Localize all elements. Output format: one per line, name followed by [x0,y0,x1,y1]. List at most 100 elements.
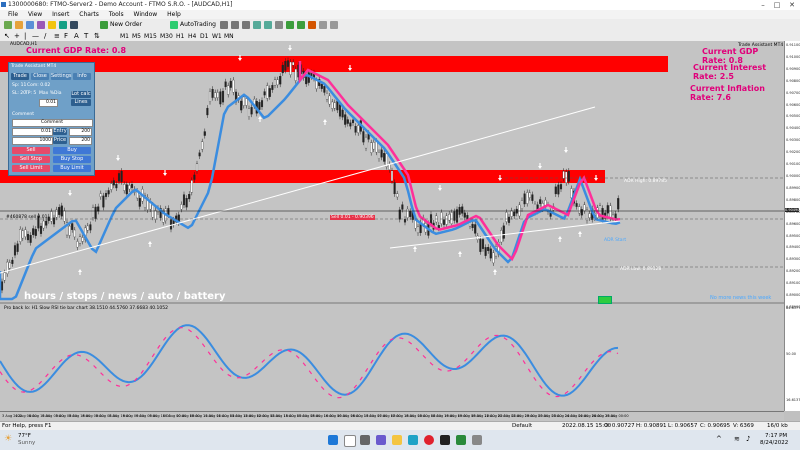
tab-info[interactable]: Info [73,73,91,80]
mt4-icon[interactable] [456,435,466,445]
candle-body [445,215,448,225]
wifi-icon[interactable]: ≋ [734,435,740,443]
menu-window[interactable]: Window [134,10,158,19]
period-m5[interactable]: M5 [132,33,141,40]
menu-view[interactable]: View [28,10,42,19]
candle-body [292,61,295,66]
vertical-line-icon[interactable]: | [24,32,26,40]
label-icon[interactable]: T [84,32,88,40]
tradingview-icon[interactable] [440,435,450,445]
sl-field[interactable]: 0.01 [12,128,53,136]
settings-icon[interactable] [472,435,482,445]
tab-trade[interactable]: Trade [11,73,29,80]
entry-button[interactable]: Entry [53,128,67,135]
shift-icon[interactable] [297,21,305,29]
search-icon[interactable] [344,435,356,447]
lot-calc-button[interactable]: Lot calc [71,91,91,98]
maximize-button[interactable]: □ [770,0,784,10]
buy-limit-button[interactable]: Buy Limit [53,165,91,172]
menu-tools[interactable]: Tools [109,10,124,19]
tab-close[interactable]: Close [31,73,49,80]
chart-area[interactable]: AUDCAD,H1 Current GDP Rate: 0.8 Current … [0,41,784,411]
period-h4[interactable]: H4 [188,33,196,40]
sell-stop-button[interactable]: Sell Stop [12,156,50,163]
period-d1[interactable]: D1 [200,33,208,40]
task-view-icon[interactable] [360,435,370,445]
zoom-in-icon[interactable] [253,21,261,29]
horizontal-line-icon[interactable]: — [32,32,39,40]
period-m15[interactable]: M15 [144,33,157,40]
lines-button[interactable]: Lines [71,99,91,106]
crosshair-icon[interactable]: + [14,32,20,40]
templates-icon[interactable] [330,21,338,29]
menu-charts[interactable]: Charts [79,10,99,19]
sell-limit-button[interactable]: Sell Limit [12,165,50,172]
explorer-icon[interactable] [392,435,402,445]
entry-field[interactable]: 200 [69,128,92,136]
auto-trading-button[interactable]: AutoTrading [180,21,216,28]
trendline-icon[interactable]: / [44,32,46,40]
menu-insert[interactable]: Insert [52,10,69,19]
tray-chevron-icon[interactable]: ^ [716,435,722,443]
close-button[interactable]: ✕ [785,0,799,10]
market-watch-icon[interactable] [26,21,34,29]
tile-icon[interactable] [275,21,283,29]
fibonacci-icon[interactable]: F [64,32,68,40]
terminal-icon[interactable] [59,21,67,29]
candle-body [11,259,14,264]
tp-field[interactable]: 200 [69,137,92,145]
period-h1[interactable]: H1 [176,33,184,40]
edge-icon[interactable] [408,435,418,445]
candle-body [203,131,206,136]
candle-body [29,234,32,243]
profiles-icon[interactable] [15,21,23,29]
period-m30[interactable]: M30 [160,33,173,40]
chat-icon[interactable] [376,435,386,445]
interest-rate: Current Interest Rate: 2.5 [693,63,767,81]
arrows-icon[interactable]: ⇅ [94,32,100,40]
buy-button[interactable]: Buy [53,147,91,154]
new-order-button[interactable]: New Order [110,21,142,28]
menu-file[interactable]: File [8,10,18,19]
autoscroll-icon[interactable] [286,21,294,29]
comment-field[interactable]: Comment [12,119,93,127]
clock-date[interactable]: 8/24/2022 [760,440,788,446]
data-window-icon[interactable] [37,21,45,29]
candle-chart-icon[interactable] [231,21,239,29]
menu-help[interactable]: Help [167,10,181,19]
opera-icon[interactable] [424,435,434,445]
start-icon[interactable] [328,435,338,445]
buy-stop-button[interactable]: Buy Stop [53,156,91,163]
period-mn[interactable]: MN [224,33,234,40]
lot-field[interactable]: 0.01 [39,99,58,107]
price-chart[interactable] [0,41,784,411]
candle-body [99,193,102,197]
periods-icon[interactable] [319,21,327,29]
auto-trading-icon[interactable] [170,21,178,29]
indicators-icon[interactable] [308,21,316,29]
bar-chart-icon[interactable] [220,21,228,29]
price-field[interactable]: 1000 [12,137,53,145]
speaker-icon[interactable]: ♪ [746,435,750,443]
navigator-icon[interactable] [48,21,56,29]
buy-arrow-icon [578,231,583,237]
period-m1[interactable]: M1 [120,33,129,40]
minimize-button[interactable]: – [756,0,770,10]
candle-body [130,184,134,188]
price-axis[interactable]: 0.91100 0.91000 0.90900 0.90800 0.90700 0.906… [784,41,800,411]
clock-time[interactable]: 7:17 PM [765,433,787,439]
tester-icon[interactable] [70,21,78,29]
period-w1[interactable]: W1 [212,33,222,40]
candle-body [6,261,9,274]
tab-settings[interactable]: Settings [51,73,72,80]
sell-button[interactable]: Sell [12,147,50,154]
new-order-icon[interactable] [100,21,108,29]
text-icon[interactable]: A [74,32,79,40]
cursor-icon[interactable]: ↖ [4,32,10,40]
new-chart-icon[interactable] [4,21,12,29]
line-chart-icon[interactable] [242,21,250,29]
channel-icon[interactable]: ≡ [54,32,60,40]
price-button[interactable]: Price [53,137,67,144]
price-tick-label: 0.90600 [786,102,800,107]
zoom-out-icon[interactable] [264,21,272,29]
